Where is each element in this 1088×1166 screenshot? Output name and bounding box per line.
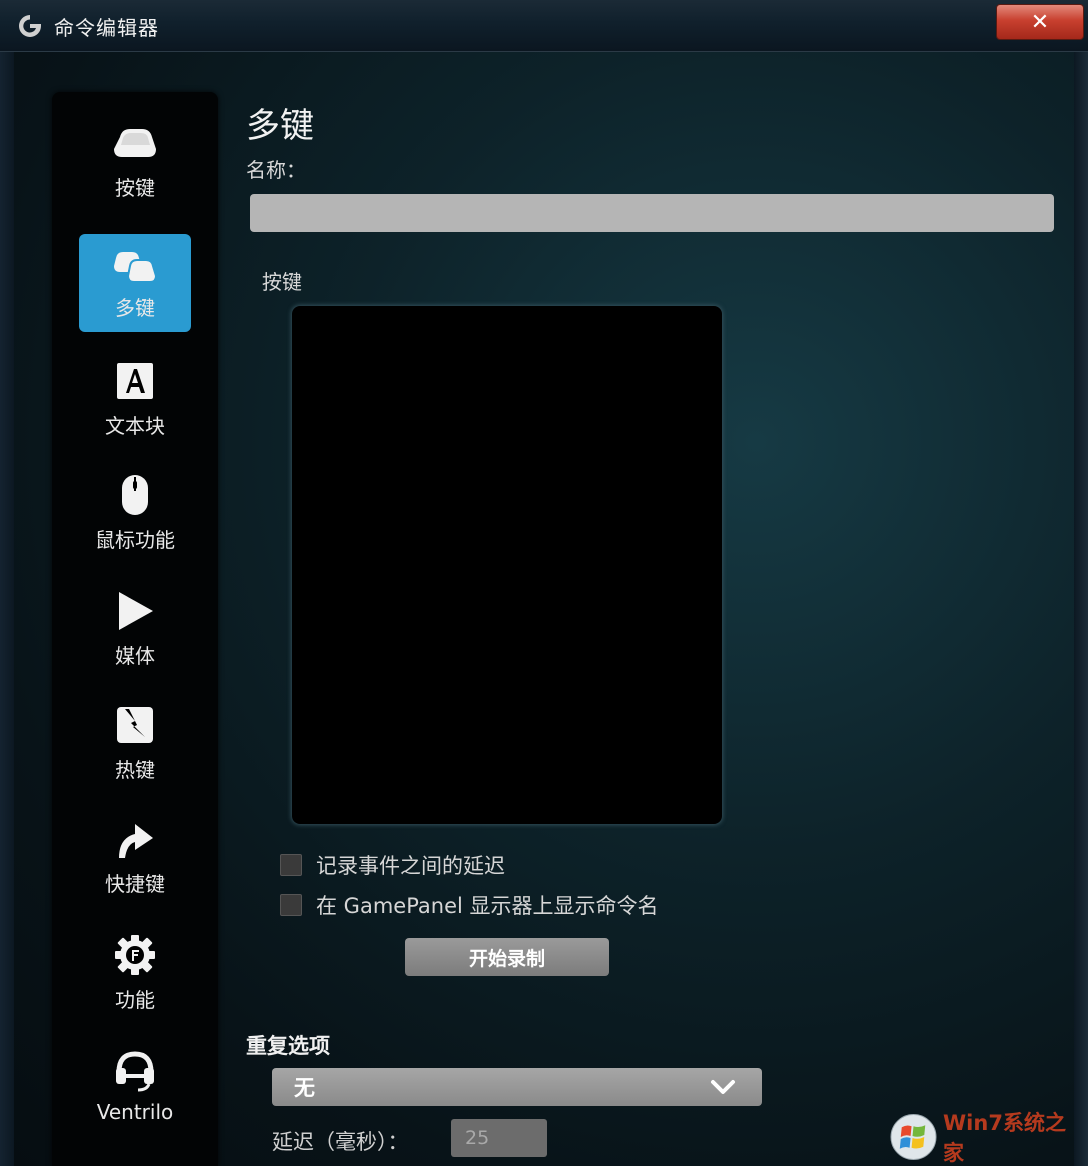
show-on-gamepanel-label: 在 GamePanel 显示器上显示命令名 <box>316 894 659 918</box>
sidebar-item-media[interactable]: 媒体 <box>79 588 191 686</box>
record-delays-label: 记录事件之间的延迟 <box>316 854 505 878</box>
sidebar-item-label: 按键 <box>115 176 155 200</box>
logitech-g-logo-icon <box>19 15 41 37</box>
sidebar-item-label: 快捷键 <box>105 872 165 896</box>
name-label: 名称： <box>246 158 306 182</box>
sidebar-item-multi-key[interactable]: 多键 <box>79 234 191 332</box>
window-frame-left <box>0 52 14 1166</box>
name-input[interactable] <box>250 194 1054 232</box>
shortcut-arrow-icon <box>119 824 153 858</box>
start-recording-button[interactable]: 开始录制 <box>405 938 609 976</box>
hotkey-icon <box>117 707 153 743</box>
sidebar-item-label: 媒体 <box>115 644 155 668</box>
show-on-gamepanel-checkbox-row[interactable]: 在 GamePanel 显示器上显示命令名 <box>280 890 659 920</box>
repeat-options-label: 重复选项 <box>246 1034 330 1058</box>
sidebar-item-hotkey[interactable]: 热键 <box>79 702 191 800</box>
keys-label: 按键 <box>262 270 302 294</box>
delay-label: 延迟（毫秒）： <box>272 1130 409 1154</box>
repeat-options-dropdown[interactable]: 无 <box>272 1068 762 1106</box>
keys-recording-area[interactable] <box>292 306 722 824</box>
sidebar-item-mouse[interactable]: 鼠标功能 <box>79 472 191 570</box>
record-delays-checkbox[interactable] <box>280 854 302 876</box>
sidebar-item-ventrilo[interactable]: Ventrilo <box>79 1048 191 1146</box>
mouse-icon <box>122 475 148 515</box>
sidebar-item-function[interactable]: 功能 <box>79 932 191 1030</box>
window-title: 命令编辑器 <box>54 16 159 40</box>
sidebar-item-key[interactable]: 按键 <box>79 120 191 218</box>
watermark: Win7系统之家 <box>890 1111 1084 1165</box>
sidebar-item-label: Ventrilo <box>96 1100 174 1124</box>
sidebar-item-label: 多键 <box>115 296 155 320</box>
repeat-options-value: 无 <box>294 1076 315 1100</box>
headset-icon <box>116 1051 154 1092</box>
windows-logo-icon <box>890 1113 937 1161</box>
text-block-icon <box>117 363 153 399</box>
show-on-gamepanel-checkbox[interactable] <box>280 894 302 916</box>
title-bar: 命令编辑器 ✕ <box>0 0 1088 52</box>
multi-key-icon <box>114 252 158 283</box>
record-delays-checkbox-row[interactable]: 记录事件之间的延迟 <box>280 850 505 880</box>
key-icon <box>114 129 156 157</box>
window-frame-right <box>1074 52 1088 1166</box>
watermark-text: Win7系统之家 <box>943 1111 1066 1165</box>
sidebar-item-label: 功能 <box>115 988 155 1012</box>
sidebar-item-label: 文本块 <box>105 414 165 438</box>
function-gear-icon <box>115 935 155 975</box>
sidebar-item-label: 鼠标功能 <box>95 528 175 552</box>
sidebar-item-label: 热键 <box>115 758 155 782</box>
page-title: 多键 <box>246 106 314 146</box>
close-button[interactable]: ✕ <box>996 4 1084 40</box>
sidebar-item-text-block[interactable]: 文本块 <box>79 358 191 456</box>
delay-input[interactable]: 25 <box>451 1119 547 1157</box>
play-icon <box>119 592 153 630</box>
chevron-down-icon <box>711 1080 735 1094</box>
sidebar-item-shortcut[interactable]: 快捷键 <box>79 816 191 914</box>
sidebar: 按键 多键 文本块 鼠标功能 媒体 热键 快捷键 功能 Ventrilo <box>52 92 218 1166</box>
